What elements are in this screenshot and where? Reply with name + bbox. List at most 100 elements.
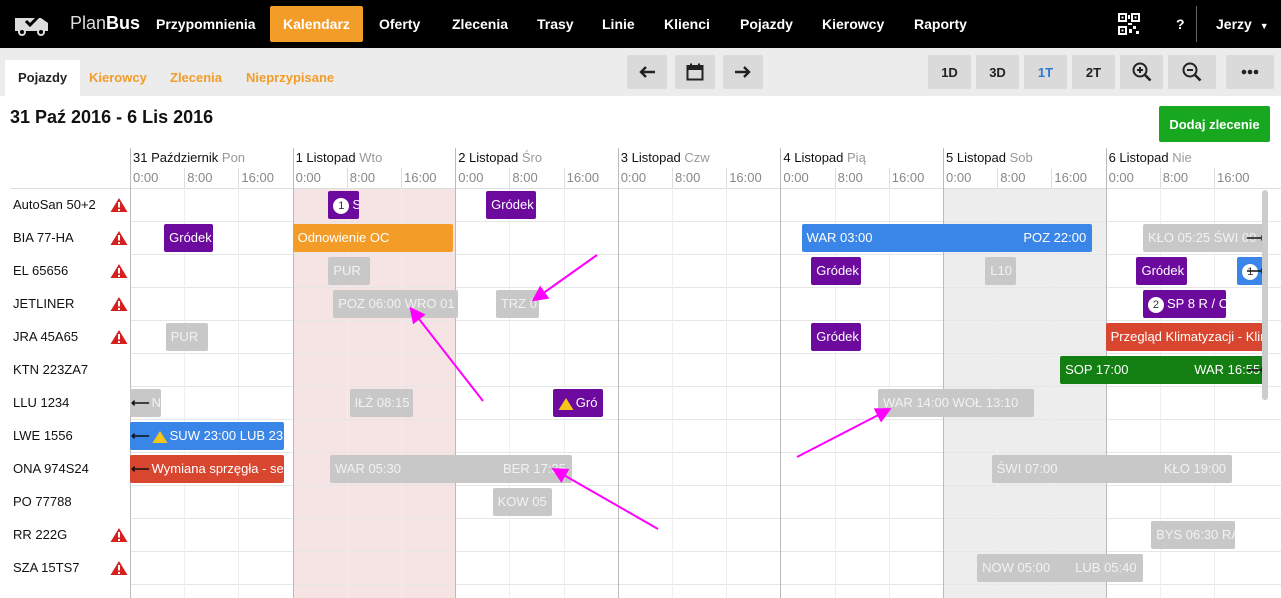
more-options-button[interactable]	[1226, 55, 1274, 89]
vehicle-name[interactable]: KTN 223ZA7	[13, 353, 88, 386]
planbus-logo[interactable]: PlanBus	[12, 10, 140, 38]
prev-week-button[interactable]	[627, 55, 667, 89]
row-divider	[130, 485, 1281, 486]
tab-zlecenia[interactable]: Zlecenia	[170, 60, 222, 96]
warning-icon[interactable]	[110, 527, 128, 543]
event-label: NI	[151, 395, 161, 410]
warning-icon[interactable]	[110, 296, 128, 312]
calendar-event[interactable]: ⟵NI	[130, 389, 161, 417]
tab-kierowcy[interactable]: Kierowcy	[89, 60, 147, 96]
event-label: Gródek	[169, 230, 212, 245]
warning-icon	[558, 395, 576, 410]
calendar-event[interactable]: Przegląd Klimatyzacji - Klim	[1105, 323, 1267, 351]
qr-code-icon[interactable]	[1118, 13, 1140, 35]
warning-icon[interactable]	[110, 197, 128, 213]
hour-gridline	[509, 188, 511, 598]
vehicle-name[interactable]: JETLINER	[13, 287, 74, 320]
calendar-event[interactable]: Gródek	[811, 257, 862, 285]
calendar-event[interactable]: SOP 17:00 WAR 16:55 ⟶	[1060, 356, 1267, 384]
help-button[interactable]: ?	[1163, 6, 1198, 42]
arrow-right-icon	[735, 66, 751, 78]
nav-przypomnienia[interactable]: Przypomnienia	[143, 6, 269, 42]
view-2t-button[interactable]: 2T	[1072, 55, 1115, 89]
nav-kalendarz[interactable]: Kalendarz	[270, 6, 363, 42]
calendar-event[interactable]: L10	[985, 257, 1016, 285]
day-date: 2 Listopad	[458, 150, 519, 165]
calendar-event[interactable]: PUR	[165, 323, 208, 351]
calendar-event[interactable]: WAR 14:00 WOŁ 13:10	[877, 389, 1034, 417]
calendar-event[interactable]: ŚWI 07:00 KŁO 19:00	[991, 455, 1233, 483]
event-label: BYS 06:30 RA	[1156, 527, 1236, 542]
hour-divider	[401, 168, 402, 188]
add-order-button[interactable]: Dodaj zlecenie	[1159, 106, 1270, 142]
hour-label: 8:00	[512, 170, 538, 185]
vehicle-name[interactable]: BIA 77-HA	[13, 221, 74, 254]
calendar-event[interactable]: POZ 06:00 WRO 01	[333, 290, 459, 318]
vehicle-name[interactable]: PO 77788	[13, 485, 72, 518]
warning-icon[interactable]	[110, 230, 128, 246]
warning-icon[interactable]	[110, 329, 128, 345]
calendar-event[interactable]: Gródek	[164, 224, 213, 252]
view-1t-button[interactable]: 1T	[1024, 55, 1067, 89]
tab-pojazdy[interactable]: Pojazdy	[5, 60, 81, 96]
calendar-event[interactable]: KOW 05	[492, 488, 553, 516]
calendar-event[interactable]: WAR 05:30 BER 17:35	[329, 455, 572, 483]
calendar-event[interactable]: WAR 03:00 POZ 22:00	[801, 224, 1093, 252]
row-divider	[130, 386, 1281, 387]
calendar-event[interactable]: PUR	[328, 257, 371, 285]
vehicle-name[interactable]: AutoSan 50+2	[13, 188, 96, 221]
vehicle-name[interactable]: RR 222G	[13, 518, 67, 551]
calendar-event[interactable]: 1S	[328, 191, 359, 219]
view-3d-button[interactable]: 3D	[976, 55, 1019, 89]
vertical-scrollbar[interactable]	[1262, 190, 1268, 400]
vehicle-name[interactable]: SZA 15TS7	[13, 551, 79, 584]
hour-label: 0:00	[783, 170, 809, 185]
vehicle-name[interactable]: LWE 1556	[13, 419, 73, 452]
event-label: Odnowienie OC	[297, 230, 390, 245]
zoom-out-button[interactable]	[1168, 55, 1216, 89]
vehicle-name[interactable]: LLU 1234	[13, 386, 69, 419]
calendar-event[interactable]: Gró	[552, 389, 603, 417]
day-divider	[292, 148, 294, 598]
calendar-event[interactable]: Gródek	[811, 323, 862, 351]
nav-zlecenia[interactable]: Zlecenia	[439, 6, 521, 42]
day-date: 5 Listopad	[946, 150, 1006, 165]
nav-kierowcy[interactable]: Kierowcy	[809, 6, 897, 42]
vehicle-name[interactable]: EL 65656	[13, 254, 68, 287]
nav-pojazdy[interactable]: Pojazdy	[727, 6, 806, 42]
calendar-event[interactable]: KŁO 05:25 ŚWI 00 ⟶	[1142, 224, 1267, 252]
nav-oferty[interactable]: Oferty	[366, 6, 433, 42]
nav-trasy[interactable]: Trasy	[524, 6, 587, 42]
nav-klienci[interactable]: Klienci	[651, 6, 723, 42]
calendar-event[interactable]: ⟵ Wymiana sprzęgła - serw	[130, 455, 285, 483]
zoom-in-button[interactable]	[1120, 55, 1163, 89]
date-picker-button[interactable]	[675, 55, 715, 89]
calendar-event[interactable]: NOW 05:00 LUB 05:40	[977, 554, 1143, 582]
day-of-week: Sob	[1009, 150, 1033, 165]
top-navbar: PlanBus Przypomnienia Kalendarz Oferty Z…	[0, 0, 1281, 48]
calendar-event[interactable]: TRZ 0	[495, 290, 540, 318]
event-end-label: KŁO 19:00	[1163, 461, 1227, 476]
event-badge: 1	[333, 197, 350, 214]
nav-raporty[interactable]: Raporty	[901, 6, 980, 42]
header-divider	[10, 188, 1281, 189]
calendar-event[interactable]: Gródek	[1136, 257, 1187, 285]
calendar-event[interactable]: BYS 06:30 RA	[1151, 521, 1236, 549]
calendar-event[interactable]: Odnowienie OC	[292, 224, 454, 252]
calendar-event[interactable]: IŁŻ 08:15	[349, 389, 413, 417]
user-menu[interactable]: Jerzy ▼	[1203, 6, 1281, 42]
warning-icon[interactable]	[110, 263, 128, 279]
calendar-event[interactable]: 2 SP 8 R / C	[1142, 290, 1226, 318]
calendar-event[interactable]: ⟵ SUW 23:00 LUB 23:00	[130, 422, 285, 450]
hour-label: 16:00	[729, 170, 762, 185]
view-1d-button[interactable]: 1D	[928, 55, 971, 89]
vehicle-name[interactable]: JRA 45A65	[13, 320, 78, 353]
next-week-button[interactable]	[723, 55, 763, 89]
event-label: KOW 05	[497, 494, 547, 509]
vehicle-name[interactable]: ONA 974S24	[13, 452, 89, 485]
warning-icon[interactable]	[110, 560, 128, 576]
row-divider	[130, 584, 1281, 585]
tab-nieprzypisane[interactable]: Nieprzypisane	[246, 60, 334, 96]
calendar-event[interactable]: Gródek	[486, 191, 537, 219]
nav-linie[interactable]: Linie	[589, 6, 648, 42]
